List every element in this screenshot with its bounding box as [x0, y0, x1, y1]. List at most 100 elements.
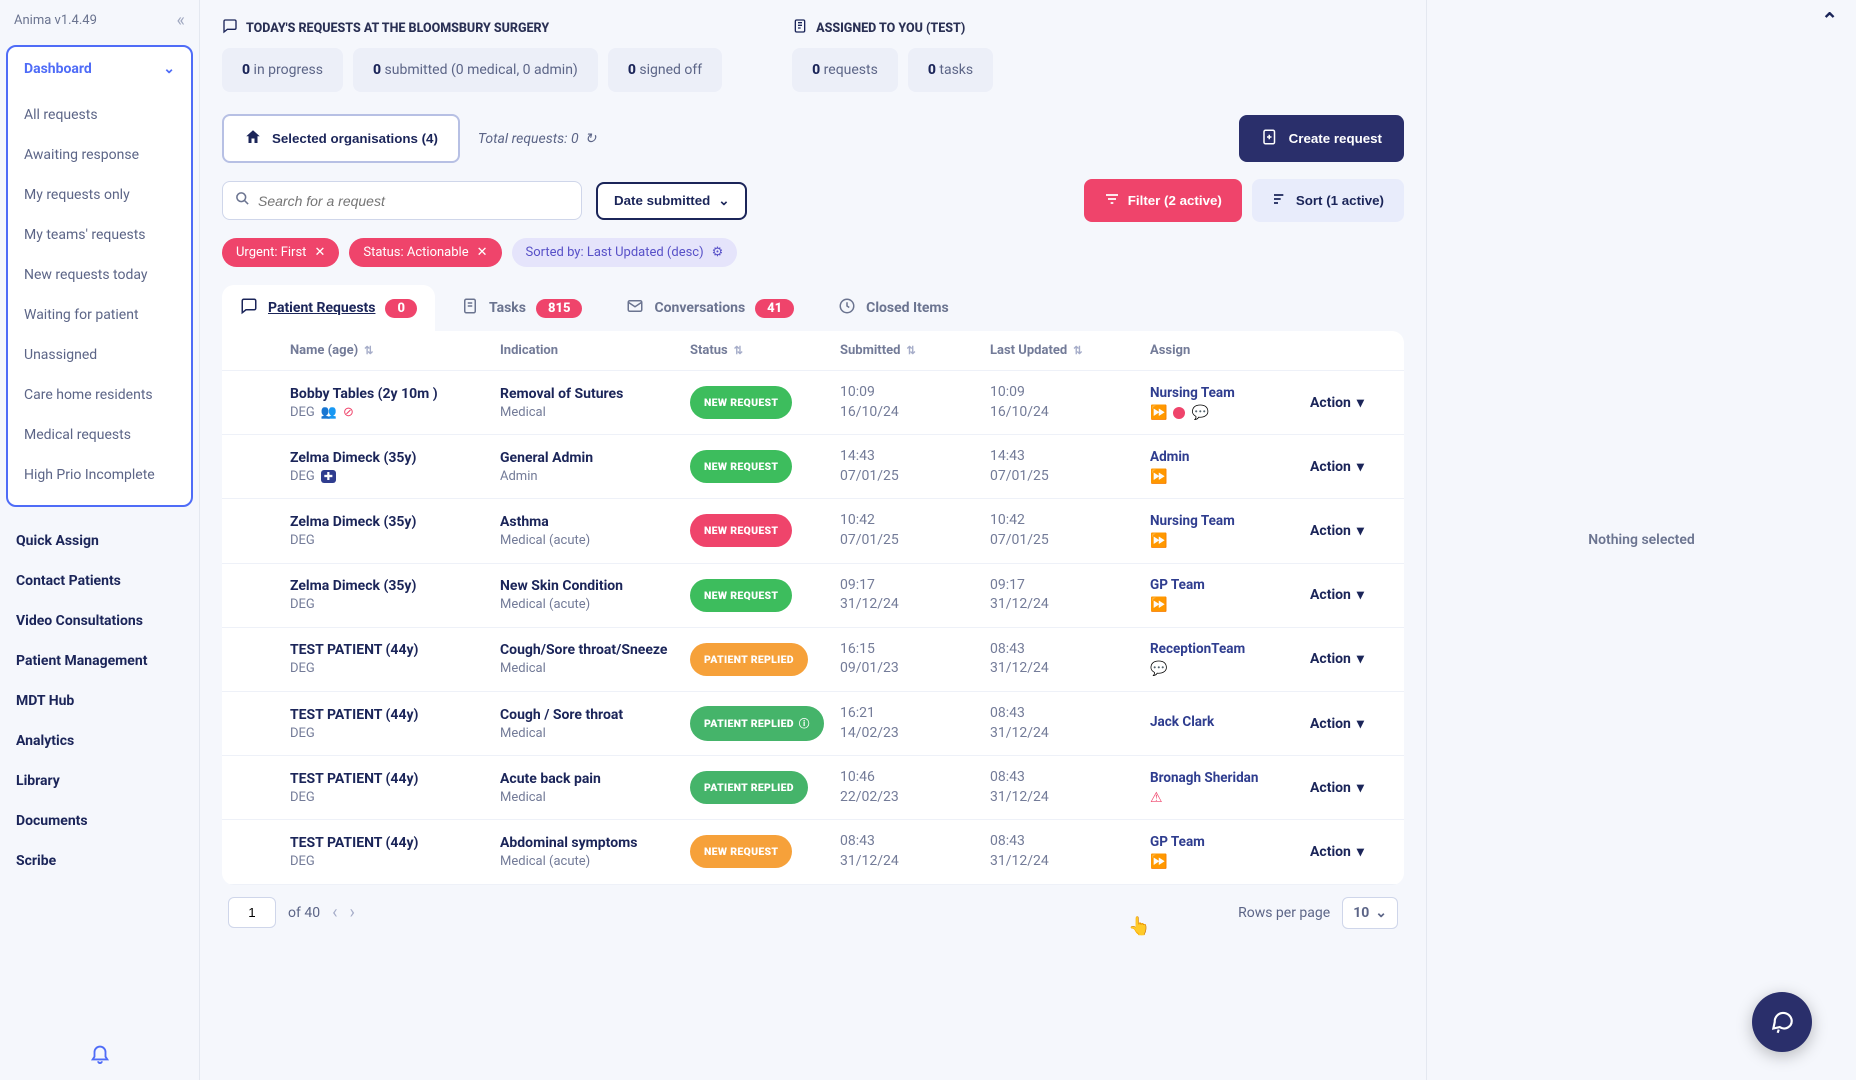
sidebar-item[interactable]: Quick Assign [0, 521, 199, 561]
sidebar-item[interactable]: Video Consultations [0, 601, 199, 641]
history-icon [838, 297, 856, 319]
row-action-button[interactable]: Action ▾ [1310, 523, 1404, 539]
chat-icon [240, 297, 258, 319]
notifications-bell-icon[interactable] [89, 1042, 111, 1070]
table-row[interactable]: TEST PATIENT (44y) DEG Cough / Sore thro… [222, 692, 1404, 756]
row-action-button[interactable]: Action ▾ [1310, 844, 1404, 860]
chat-icon [222, 18, 238, 38]
chat-fab[interactable] [1752, 992, 1812, 1052]
table-row[interactable]: Zelma Dimeck (35y) DEG New Skin Conditio… [222, 564, 1404, 628]
table-row[interactable]: TEST PATIENT (44y) DEG Cough/Sore throat… [222, 628, 1404, 692]
chevron-down-icon: ▾ [1357, 780, 1364, 796]
row-indication-sub: Medical (acute) [500, 854, 690, 869]
row-action-button[interactable]: Action ▾ [1310, 587, 1404, 603]
badge-icon: ⊘ [343, 405, 354, 420]
sidebar-item[interactable]: Scribe [0, 841, 199, 881]
col-last-updated[interactable]: Last Updated ⇅ [990, 343, 1150, 358]
sort-button[interactable]: Sort (1 active) [1252, 179, 1404, 222]
sidebar-item[interactable]: Contact Patients [0, 561, 199, 601]
sidebar-item[interactable]: My requests only [8, 175, 191, 215]
row-assign: ReceptionTeam [1150, 641, 1310, 657]
chip-status[interactable]: Status: Actionable ✕ [349, 238, 501, 267]
row-assign: Nursing Team [1150, 513, 1310, 529]
row-org: DEG 👥 ⊘ [290, 405, 500, 420]
page-input[interactable] [228, 897, 276, 928]
tab-tasks[interactable]: Tasks 815 [443, 285, 601, 331]
search-input[interactable] [258, 193, 569, 209]
col-status[interactable]: Status ⇅ [690, 343, 840, 358]
row-action-button[interactable]: Action ▾ [1310, 459, 1404, 475]
next-page-icon[interactable]: › [349, 902, 354, 923]
row-indication: Acute back pain [500, 771, 690, 787]
chevron-down-icon: ⌄ [163, 61, 175, 77]
rows-per-page-select[interactable]: 10 ⌄ [1342, 897, 1398, 929]
table-row[interactable]: Zelma Dimeck (35y) DEG Asthma Medical (a… [222, 499, 1404, 563]
sidebar-item[interactable]: New requests today [8, 255, 191, 295]
row-indication: New Skin Condition [500, 578, 690, 594]
sidebar-item[interactable]: Patient Management [0, 641, 199, 681]
close-icon[interactable]: ✕ [314, 245, 325, 260]
chevron-down-icon: ▾ [1357, 844, 1364, 860]
row-name: Bobby Tables (2y 10m ) [290, 386, 500, 402]
refresh-icon[interactable]: ↻ [585, 131, 597, 147]
chevron-down-icon: ▾ [1357, 651, 1364, 667]
row-assign: Nursing Team [1150, 385, 1310, 401]
tab-conversations[interactable]: Conversations 41 [608, 285, 812, 331]
page-of-label: of 40 [288, 905, 320, 921]
plus-document-icon [1261, 128, 1279, 149]
sidebar-item[interactable]: Medical requests [8, 415, 191, 455]
sidebar-item[interactable]: Unassigned [8, 335, 191, 375]
create-request-button[interactable]: Create request [1239, 115, 1404, 162]
collapse-sidebar-icon[interactable]: « [177, 10, 185, 31]
sidebar-item[interactable]: Documents [0, 801, 199, 841]
selected-organisations-button[interactable]: Selected organisations (4) [222, 114, 460, 163]
prev-page-icon[interactable]: ‹ [332, 902, 337, 923]
forward-icon: ⏩ [1150, 405, 1167, 421]
sidebar-item[interactable]: All requests [8, 95, 191, 135]
sidebar-item[interactable]: Care home residents [8, 375, 191, 415]
paginator: of 40 ‹ › Rows per page 10 ⌄ [222, 885, 1404, 941]
table-row[interactable]: TEST PATIENT (44y) DEG Acute back pain M… [222, 756, 1404, 820]
sidebar-item[interactable]: MDT Hub [0, 681, 199, 721]
row-name: TEST PATIENT (44y) [290, 642, 500, 658]
sidebar-dashboard-toggle[interactable]: Dashboard ⌄ [8, 47, 191, 91]
table-row[interactable]: Zelma Dimeck (35y) DEG ✚ General Admin A… [222, 435, 1404, 499]
row-updated: 10:0916/10/24 [990, 383, 1150, 422]
sidebar: Anima v1.4.49 « Dashboard ⌄ All requests… [0, 0, 200, 1080]
chevron-down-icon: ⌄ [1375, 905, 1387, 921]
chip-urgent[interactable]: Urgent: First ✕ [222, 238, 339, 267]
close-icon[interactable]: ✕ [477, 245, 488, 260]
row-indication: General Admin [500, 450, 690, 466]
col-name[interactable]: Name (age) ⇅ [290, 343, 500, 358]
row-org: DEG [290, 533, 500, 548]
table-row[interactable]: Bobby Tables (2y 10m ) DEG 👥 ⊘ Removal o… [222, 371, 1404, 435]
row-action-button[interactable]: Action ▾ [1310, 780, 1404, 796]
search-input-wrapper[interactable] [222, 181, 582, 220]
row-action-button[interactable]: Action ▾ [1310, 716, 1404, 732]
table-row[interactable]: TEST PATIENT (44y) DEG Abdominal symptom… [222, 820, 1404, 884]
row-action-button[interactable]: Action ▾ [1310, 651, 1404, 667]
total-requests-label: Total requests: 0 ↻ [478, 131, 596, 147]
sort-icon: ⇅ [734, 344, 743, 357]
row-action-button[interactable]: Action ▾ [1310, 395, 1404, 411]
sidebar-item[interactable]: High Prio Incomplete [8, 455, 191, 495]
chat-icon: 💬 [1191, 405, 1208, 421]
chip-sorted-by[interactable]: Sorted by: Last Updated (desc) ⚙ [512, 238, 738, 267]
date-submitted-button[interactable]: Date submitted ⌄ [596, 182, 747, 220]
sidebar-item[interactable]: My teams' requests [8, 215, 191, 255]
collapse-panel-icon[interactable]: ⌃ [1821, 8, 1838, 32]
sidebar-item[interactable]: Library [0, 761, 199, 801]
tab-patient-requests[interactable]: Patient Requests 0 [222, 285, 435, 331]
filter-button[interactable]: Filter (2 active) [1084, 179, 1242, 222]
row-assign: GP Team [1150, 834, 1310, 850]
col-submitted[interactable]: Submitted ⇅ [840, 343, 990, 358]
sidebar-item[interactable]: Waiting for patient [8, 295, 191, 335]
tab-closed-items[interactable]: Closed Items [820, 285, 967, 331]
gear-icon[interactable]: ⚙ [712, 245, 724, 260]
sidebar-item[interactable]: Analytics [0, 721, 199, 761]
row-indication: Asthma [500, 514, 690, 530]
row-name: Zelma Dimeck (35y) [290, 450, 500, 466]
row-org: DEG [290, 726, 500, 741]
sidebar-item[interactable]: Awaiting response [8, 135, 191, 175]
forward-icon: ⏩ [1150, 533, 1167, 549]
